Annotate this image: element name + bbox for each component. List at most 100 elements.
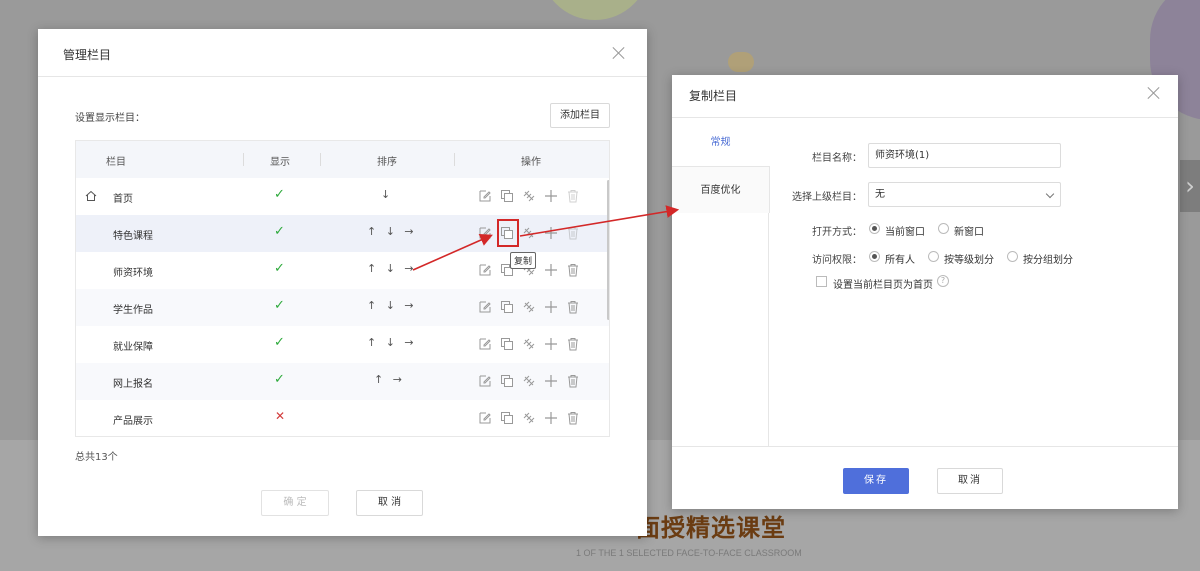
link-icon[interactable] [522,374,536,388]
open-new-window-label: 新窗口 [954,227,984,238]
copy-icon[interactable] [500,337,514,351]
add-column-button[interactable]: 添加栏目 [550,103,610,128]
row-actions [478,189,582,205]
set-homepage-checkbox[interactable] [816,276,827,287]
open-current-window-radio[interactable] [869,223,880,234]
help-icon[interactable]: ? [937,275,949,287]
open-new-window-radio[interactable] [938,223,949,234]
link-icon[interactable] [522,300,536,314]
access-by-group-label: 按分组划分 [1023,255,1073,266]
cancel-button[interactable]: 取 消 [356,490,423,516]
delete-icon[interactable] [566,374,580,388]
row-name: 师资环境 [113,268,153,279]
copy-icon[interactable] [500,374,514,388]
link-icon[interactable] [522,337,536,351]
table-header: 栏目 显示 排序 操作 [76,141,609,178]
header-divider [320,153,321,166]
table-row: 产品展示 ✕ [76,400,609,436]
access-by-level-label: 按等级划分 [944,255,994,266]
access-by-level-radio[interactable] [928,251,939,262]
delete-icon[interactable] [566,263,580,277]
manage-columns-dialog: 管理栏目 设置显示栏目： 添加栏目 栏目 显示 排序 操作 首页 ✓ ↓ 特色课程 ✓ ↑… [38,29,647,536]
row-name: 就业保障 [113,342,153,353]
table-scrollbar[interactable] [607,180,609,320]
close-icon[interactable] [1147,86,1161,100]
delete-icon[interactable] [566,337,580,351]
access-everyone-radio[interactable] [869,251,880,262]
dialog-header: 复制栏目 [672,75,1178,118]
dialog-title: 复制栏目 [689,89,738,103]
add-icon[interactable] [544,374,558,388]
home-icon [85,190,97,202]
access-by-group-radio[interactable] [1007,251,1018,262]
visible-check-icon[interactable]: ✓ [274,372,285,387]
carousel-next-icon[interactable]: › [1180,160,1200,212]
delete-icon[interactable] [566,189,580,203]
edit-icon[interactable] [478,300,492,314]
tab-general[interactable]: 常规 [672,119,769,166]
sort-arrows[interactable]: ↑ ↓ → [367,299,417,312]
add-icon[interactable] [544,300,558,314]
background-subheading: 1 OF THE 1 SELECTED FACE-TO-FACE CLASSRO… [576,548,802,558]
table-row: 就业保障 ✓ ↑ ↓ → [76,326,609,363]
delete-icon[interactable] [566,226,580,240]
parent-column-select[interactable]: 无 [868,182,1061,207]
add-icon[interactable] [544,226,558,240]
hidden-cross-icon[interactable]: ✕ [275,409,285,423]
parent-column-value: 无 [875,189,885,200]
row-name: 学生作品 [113,305,153,316]
columns-table: 栏目 显示 排序 操作 首页 ✓ ↓ 特色课程 ✓ ↑ ↓ → 师资环境 ✓ ↑ ↓ → 学生作品… [75,140,610,437]
edit-icon[interactable] [478,374,492,388]
sort-arrows[interactable]: ↑ ↓ → [367,336,417,349]
edit-icon[interactable] [478,411,492,425]
copy-tooltip: 复制 [510,252,537,269]
copy-icon[interactable] [500,411,514,425]
copy-icon[interactable] [500,226,514,240]
cancel-button[interactable]: 取消 [937,468,1003,494]
edit-icon[interactable] [478,189,492,203]
delete-icon[interactable] [566,300,580,314]
add-icon[interactable] [544,337,558,351]
visible-check-icon[interactable]: ✓ [274,298,285,313]
row-name: 首页 [113,194,133,205]
link-icon[interactable] [522,189,536,203]
setting-label: 设置显示栏目： [75,113,145,124]
access-label: 访问权限： [812,255,862,266]
sort-arrows[interactable]: ↓ [381,188,393,201]
link-icon[interactable] [522,226,536,240]
add-icon[interactable] [544,263,558,277]
row-actions [478,411,582,427]
visible-check-icon[interactable]: ✓ [274,335,285,350]
sort-arrows[interactable]: ↑ → [374,373,405,386]
copy-icon[interactable] [500,300,514,314]
add-icon[interactable] [544,411,558,425]
column-header-actions: 操作 [521,157,541,168]
link-icon[interactable] [522,411,536,425]
row-actions [478,226,582,242]
copy-icon[interactable] [500,189,514,203]
dialog-header: 管理栏目 [38,29,647,77]
column-name-field[interactable]: 师资环境(1) [868,143,1061,168]
table-row: 学生作品 ✓ ↑ ↓ → [76,289,609,326]
save-button[interactable]: 保存 [843,468,909,494]
delete-icon[interactable] [566,411,580,425]
edit-icon[interactable] [478,226,492,240]
sort-arrows[interactable]: ↑ ↓ → [367,262,417,275]
confirm-button[interactable]: 确 定 [261,490,329,516]
chevron-down-icon [1045,189,1055,199]
visible-check-icon[interactable]: ✓ [274,261,285,276]
visible-check-icon[interactable]: ✓ [274,187,285,202]
close-icon[interactable] [612,46,626,60]
background-decoration [728,52,754,72]
edit-icon[interactable] [478,337,492,351]
row-actions [478,337,582,353]
edit-icon[interactable] [478,263,492,277]
visible-check-icon[interactable]: ✓ [274,224,285,239]
add-icon[interactable] [544,189,558,203]
row-name: 特色课程 [113,231,153,242]
tab-baidu-seo[interactable]: 百度优化 [672,166,770,213]
table-row: 首页 ✓ ↓ [76,178,609,215]
header-divider [243,153,244,166]
sort-arrows[interactable]: ↑ ↓ → [367,225,417,238]
access-everyone-label: 所有人 [885,255,915,266]
